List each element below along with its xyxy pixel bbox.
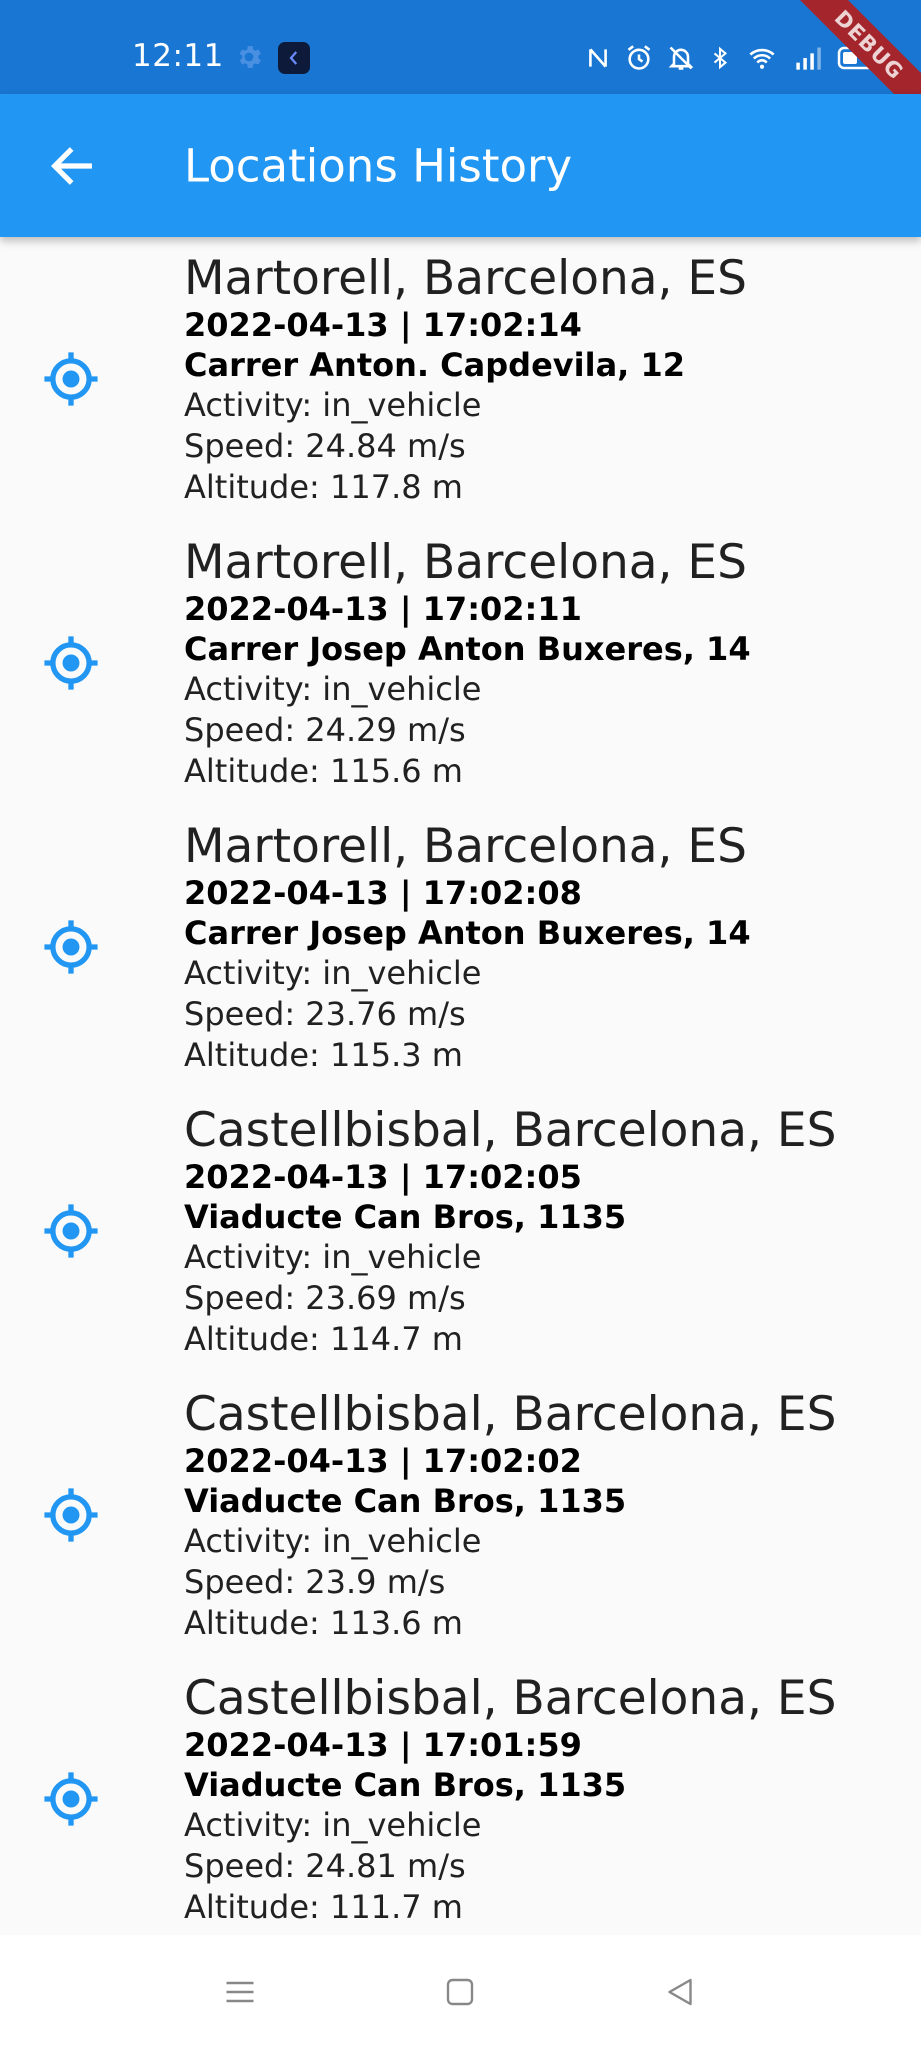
mute-icon xyxy=(668,46,694,70)
status-system-icons xyxy=(585,44,881,72)
location-details: Castellbisbal, Barcelona, ES 2022-04-13 … xyxy=(184,1105,836,1360)
location-details: Castellbisbal, Barcelona, ES 2022-04-13 … xyxy=(184,1673,836,1928)
back-triangle-icon[interactable] xyxy=(662,1974,698,2010)
location-details: Martorell, Barcelona, ES 2022-04-13 | 17… xyxy=(184,537,751,792)
location-street: Carrer Josep Anton Buxeres, 14 xyxy=(184,914,751,952)
alarm-icon xyxy=(627,45,651,70)
bluetooth-icon xyxy=(713,46,728,70)
list-item[interactable]: Castellbisbal, Barcelona, ES 2022-04-13 … xyxy=(0,1657,921,1935)
location-datetime: 2022-04-13 | 17:02:02 xyxy=(184,1442,582,1480)
page-title: Locations History xyxy=(184,139,573,192)
location-datetime: 2022-04-13 | 17:02:14 xyxy=(184,306,582,344)
location-street: Carrer Anton. Capdevila, 12 xyxy=(184,346,685,384)
location-city: Castellbisbal, Barcelona, ES xyxy=(184,1103,837,1158)
location-street: Viaducte Can Bros, 1135 xyxy=(184,1198,627,1236)
location-city: Martorell, Barcelona, ES xyxy=(184,535,747,590)
location-city: Martorell, Barcelona, ES xyxy=(184,819,747,874)
arrow-back-icon[interactable] xyxy=(46,140,98,192)
status-notification-icons xyxy=(234,42,310,74)
location-activity: Activity: in_vehicle xyxy=(184,954,482,992)
list-item[interactable]: Castellbisbal, Barcelona, ES 2022-04-13 … xyxy=(0,1089,921,1373)
location-city: Castellbisbal, Barcelona, ES xyxy=(184,1671,837,1726)
location-speed: Speed: 24.81 m/s xyxy=(184,1847,466,1885)
my-location-icon xyxy=(44,1772,98,1826)
location-activity: Activity: in_vehicle xyxy=(184,1522,482,1560)
my-location-icon xyxy=(44,920,98,974)
list-item[interactable]: Castellbisbal, Barcelona, ES 2022-04-13 … xyxy=(0,1373,921,1657)
location-speed: Speed: 24.29 m/s xyxy=(184,711,466,749)
my-location-icon xyxy=(44,1488,98,1542)
status-bar: 12:11 DEBUG xyxy=(0,0,921,128)
list-item[interactable]: Martorell, Barcelona, ES 2022-04-13 | 17… xyxy=(0,237,921,521)
location-activity: Activity: in_vehicle xyxy=(184,670,482,708)
home-square-icon[interactable] xyxy=(442,1974,478,2010)
location-altitude: Altitude: 117.8 m xyxy=(184,468,463,506)
my-location-icon xyxy=(44,352,98,406)
wifi-icon xyxy=(749,48,775,69)
location-speed: Speed: 23.76 m/s xyxy=(184,995,466,1033)
location-speed: Speed: 23.9 m/s xyxy=(184,1563,446,1601)
location-activity: Activity: in_vehicle xyxy=(184,1806,482,1844)
location-altitude: Altitude: 113.6 m xyxy=(184,1604,463,1642)
location-street: Viaducte Can Bros, 1135 xyxy=(184,1766,627,1804)
system-navigation-bar xyxy=(0,1935,921,2048)
location-street: Carrer Josep Anton Buxeres, 14 xyxy=(184,630,751,668)
location-city: Castellbisbal, Barcelona, ES xyxy=(184,1387,837,1442)
gear-icon xyxy=(239,46,261,68)
location-street: Viaducte Can Bros, 1135 xyxy=(184,1482,627,1520)
location-speed: Speed: 24.84 m/s xyxy=(184,427,466,465)
app-notification-icon xyxy=(278,42,310,74)
location-details: Martorell, Barcelona, ES 2022-04-13 | 17… xyxy=(184,821,751,1076)
location-datetime: 2022-04-13 | 17:02:11 xyxy=(184,590,582,628)
status-time: 12:11 xyxy=(132,38,224,74)
app-bar: Locations History xyxy=(0,94,921,237)
location-activity: Activity: in_vehicle xyxy=(184,1238,482,1276)
my-location-icon xyxy=(44,636,98,690)
location-altitude: Altitude: 115.6 m xyxy=(184,752,463,790)
location-datetime: 2022-04-13 | 17:02:05 xyxy=(184,1158,582,1196)
location-altitude: Altitude: 111.7 m xyxy=(184,1888,463,1926)
location-datetime: 2022-04-13 | 17:01:59 xyxy=(184,1726,582,1764)
list-item[interactable]: Martorell, Barcelona, ES 2022-04-13 | 17… xyxy=(0,805,921,1089)
location-city: Martorell, Barcelona, ES xyxy=(184,251,747,306)
location-speed: Speed: 23.69 m/s xyxy=(184,1279,466,1317)
location-activity: Activity: in_vehicle xyxy=(184,386,482,424)
menu-icon[interactable] xyxy=(222,1974,258,2010)
location-datetime: 2022-04-13 | 17:02:08 xyxy=(184,874,582,912)
my-location-icon xyxy=(44,1204,98,1258)
location-altitude: Altitude: 115.3 m xyxy=(184,1036,463,1074)
locations-list[interactable]: Martorell, Barcelona, ES 2022-04-13 | 17… xyxy=(0,237,921,1935)
location-altitude: Altitude: 114.7 m xyxy=(184,1320,463,1358)
location-details: Castellbisbal, Barcelona, ES 2022-04-13 … xyxy=(184,1389,836,1644)
list-item[interactable]: Martorell, Barcelona, ES 2022-04-13 | 17… xyxy=(0,521,921,805)
location-details: Martorell, Barcelona, ES 2022-04-13 | 17… xyxy=(184,253,747,508)
nfc-icon xyxy=(589,48,607,68)
signal-icon xyxy=(796,47,821,70)
